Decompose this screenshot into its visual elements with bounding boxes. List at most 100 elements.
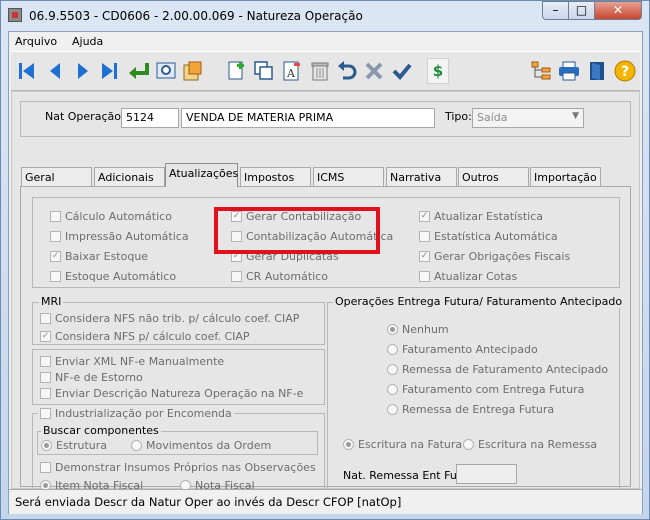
edit-text-icon[interactable]: A [279,58,305,84]
radio-selected [343,439,354,450]
checkbox-box [40,388,51,399]
print-icon[interactable] [556,58,582,84]
checkbox-box [40,462,51,473]
tab-icms[interactable]: ICMS [313,167,384,186]
considera-nfs-checkbox[interactable]: ✓ Considera NFS p/ cálculo coef. CIAP [40,330,250,343]
tab-geral[interactable]: Geral [21,167,92,186]
toolbar: A $ ? [11,51,640,91]
radio-circle [131,440,142,451]
estoque-automatico-checkbox[interactable]: Estoque Automático [50,270,176,283]
exit-icon[interactable] [584,58,610,84]
faturamento-antecipado-radio[interactable]: Faturamento Antecipado [387,343,538,356]
search-icon[interactable] [153,58,179,84]
tab-atualizacoes[interactable]: Atualizações [165,163,238,187]
tree-icon[interactable] [528,58,554,84]
checkbox-box [419,231,430,242]
escritura-fatura-radio[interactable]: Escritura na Fatura [343,438,462,451]
enviar-descricao-natureza-checkbox[interactable]: Enviar Descrição Natureza Operação na NF… [40,387,303,400]
last-record-icon[interactable] [96,58,122,84]
radio-circle [387,404,398,415]
svg-text:A: A [286,67,296,80]
buscar-componentes-group: Buscar componentes Estrutura Movimentos … [37,424,318,455]
checkbox-box [40,372,51,383]
checkbox-box [40,356,51,367]
highlight-annotation-box [214,207,380,254]
entrega-futura-group: Operações Entrega Futura/ Faturamento An… [327,295,625,493]
escritura-remessa-radio[interactable]: Escritura na Remessa [463,438,597,451]
radio-selected [41,440,52,451]
tab-adicionais[interactable]: Adicionais [94,167,165,186]
checkmark-icon: ✓ [40,331,51,342]
gerar-obrigacoes-fiscais-checkbox[interactable]: ✓ Gerar Obrigações Fiscais [419,250,570,263]
tab-importacao[interactable]: Importação [530,167,601,186]
demonstrar-insumos-checkbox[interactable]: Demonstrar Insumos Próprios nas Observaç… [40,461,316,474]
cancel-icon[interactable] [361,58,387,84]
confirm-icon[interactable] [389,58,415,84]
status-text: Será enviada Descr da Natur Oper ao invé… [15,495,402,509]
tipo-label: Tipo: [445,110,472,123]
checkmark-icon: ✓ [419,211,430,222]
minimize-button[interactable]: – [542,1,569,20]
baixar-estoque-checkbox[interactable]: ✓ Baixar Estoque [50,250,148,263]
checkbox-box [40,408,51,419]
radio-circle [387,364,398,375]
atualizar-cotas-checkbox[interactable]: Atualizar Cotas [419,270,517,283]
next-record-icon[interactable] [70,58,96,84]
menu-arquivo[interactable]: Arquivo [15,35,57,48]
remessa-faturamento-antecipado-radio[interactable]: Remessa de Faturamento Antecipado [387,363,608,376]
form-content: Nat Operação: 5124 VENDA DE MATERIA PRIM… [11,91,640,493]
industrializacao-checkbox[interactable]: Industrialização por Encomenda [38,407,234,420]
atualizar-estatistica-checkbox[interactable]: ✓ Atualizar Estatística [419,210,543,223]
zoom-icon[interactable] [179,58,205,84]
nat-operacao-desc-field[interactable]: VENDA DE MATERIA PRIMA [181,108,435,128]
tab-narrativa[interactable]: Narrativa [386,167,457,186]
movimentos-ordem-radio[interactable]: Movimentos da Ordem [131,439,271,452]
header-panel: Nat Operação: 5124 VENDA DE MATERIA PRIM… [20,101,631,137]
undo-icon[interactable] [334,58,360,84]
nfe-estorno-checkbox[interactable]: NF-e de Estorno [40,371,143,384]
svg-text:?: ? [621,64,629,80]
estatistica-automatica-checkbox[interactable]: Estatística Automática [419,230,558,243]
cr-automatico-checkbox[interactable]: CR Automático [231,270,328,283]
checkmark-icon: ✓ [419,251,430,262]
enviar-xml-nfe-checkbox[interactable]: Enviar XML NF-e Manualmente [40,355,224,368]
estrutura-radio[interactable]: Estrutura [41,439,107,452]
help-icon[interactable]: ? [612,58,638,84]
status-bar: Será enviada Descr da Natur Oper ao invé… [9,489,642,514]
tab-outros[interactable]: Outros [458,167,529,186]
maximize-button[interactable]: □ [568,1,595,20]
menu-bar: Arquivo Ajuda [9,32,642,50]
app-icon [8,8,22,22]
goto-icon[interactable] [126,58,152,84]
window-title: 06.9.5503 - CD0606 - 2.00.00.069 - Natur… [29,9,363,23]
nat-remessa-field[interactable] [456,464,517,484]
considera-nfs-nao-trib-checkbox[interactable]: Considera NFS não trib. p/ cálculo coef.… [40,312,299,325]
copy-icon[interactable] [251,58,277,84]
nat-operacao-code-field[interactable]: 5124 [121,108,179,128]
radio-selected [387,324,398,335]
checkmark-icon: ✓ [50,251,61,262]
first-record-icon[interactable] [14,58,40,84]
previous-record-icon[interactable] [42,58,68,84]
buscar-componentes-legend: Buscar componentes [41,424,161,437]
close-button[interactable]: ✕ [594,1,642,20]
currency-icon[interactable]: $ [427,58,449,84]
tipo-select[interactable]: Saída ▼ [472,108,584,128]
menu-ajuda[interactable]: Ajuda [72,35,103,48]
tipo-select-value: Saída [477,111,508,124]
add-icon[interactable] [223,58,249,84]
industrializacao-group: Industrialização por Encomenda Buscar co… [32,407,325,493]
chevron-down-icon: ▼ [572,111,579,121]
checkbox-box [419,271,430,282]
delete-icon[interactable] [307,58,333,84]
nenhum-radio[interactable]: Nenhum [387,323,449,336]
checkbox-box [50,231,61,242]
checkbox-box [50,211,61,222]
remessa-entrega-futura-radio[interactable]: Remessa de Entrega Futura [387,403,554,416]
radio-circle [387,344,398,355]
impressao-automatica-checkbox[interactable]: Impressão Automática [50,230,189,243]
tab-impostos[interactable]: Impostos [240,167,311,186]
calculo-automatico-checkbox[interactable]: Cálculo Automático [50,210,172,223]
checkbox-box [50,271,61,282]
faturamento-entrega-futura-radio[interactable]: Faturamento com Entrega Futura [387,383,584,396]
